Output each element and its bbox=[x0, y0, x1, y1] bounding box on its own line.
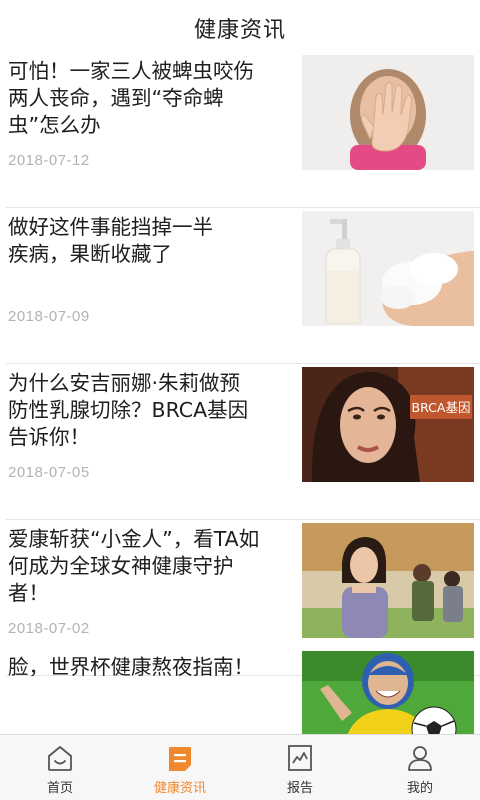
headline-line: 者！ bbox=[8, 581, 49, 605]
news-item[interactable]: 做好这件事能挡掉一半 疾病，果断收藏了 2018-07-09 bbox=[0, 208, 480, 364]
headline-line: 疾病，果断收藏了 bbox=[8, 242, 172, 266]
headline-line: 防性乳腺切除？BRCA基因 bbox=[8, 398, 249, 422]
woman-portrait-photo: BRCA基因 bbox=[302, 367, 474, 482]
news-headline[interactable]: 可怕！一家三人被蜱虫咬伤 两人丧命，遇到“夺命蜱 虫”怎么办 bbox=[8, 58, 288, 139]
tab-label: 我的 bbox=[406, 781, 433, 796]
headline-line: 可怕！一家三人被蜱虫咬伤 bbox=[8, 59, 254, 83]
tab-health-news[interactable]: 健康资讯 bbox=[120, 735, 240, 800]
headline-line: 脸，世界杯健康熬夜指南！ bbox=[8, 655, 254, 679]
news-thumbnail[interactable]: BRCA基因 bbox=[302, 367, 474, 482]
image-badge-label: BRCA基因 bbox=[412, 400, 471, 415]
news-thumbnail[interactable] bbox=[302, 523, 474, 638]
headline-line: 做好这件事能挡掉一半 bbox=[8, 215, 213, 239]
tab-report[interactable]: 报告 bbox=[240, 735, 360, 800]
news-headline[interactable]: 做好这件事能挡掉一半 疾病，果断收藏了 bbox=[8, 214, 288, 268]
news-item[interactable]: 脸，世界杯健康熬夜指南！ 2018-06-28 bbox=[0, 648, 480, 734]
news-date: 2018-07-05 bbox=[8, 464, 90, 481]
tab-home[interactable]: 首页 bbox=[0, 735, 120, 800]
bottom-tab-bar: 首页 健康资讯 报告 我的 bbox=[0, 734, 480, 800]
news-headline[interactable]: 为什么安吉丽娜·朱莉做预 防性乳腺切除？BRCA基因 告诉你！ bbox=[8, 370, 288, 451]
news-thumbnail[interactable] bbox=[302, 651, 474, 734]
headline-line: 为什么安吉丽娜·朱莉做预 bbox=[8, 371, 241, 395]
headline-line: 虫”怎么办 bbox=[8, 113, 101, 137]
news-thumbnail[interactable] bbox=[302, 55, 474, 170]
news-date: 2018-07-12 bbox=[8, 152, 90, 169]
tab-label: 健康资讯 bbox=[153, 781, 206, 796]
news-item[interactable]: 可怕！一家三人被蜱虫咬伤 两人丧命，遇到“夺命蜱 虫”怎么办 2018-07-1… bbox=[0, 52, 480, 208]
tab-label: 报告 bbox=[286, 781, 313, 796]
home-icon bbox=[45, 743, 75, 773]
football-fan-photo bbox=[302, 651, 474, 734]
tab-label: 首页 bbox=[46, 781, 73, 796]
page-title: 健康资讯 bbox=[193, 18, 286, 43]
headline-line: 告诉你！ bbox=[8, 425, 90, 449]
news-date: 2018-07-09 bbox=[8, 308, 90, 325]
news-icon bbox=[165, 743, 195, 773]
girl-raising-hand-photo bbox=[302, 55, 474, 170]
news-headline[interactable]: 爱康斩获“小金人”，看TA如 何成为全球女神健康守护 者！ bbox=[8, 526, 288, 607]
news-item[interactable]: 为什么安吉丽娜·朱莉做预 防性乳腺切除？BRCA基因 告诉你！ 2018-07-… bbox=[0, 364, 480, 520]
headline-line: 两人丧命，遇到“夺命蜱 bbox=[8, 86, 224, 110]
news-thumbnail[interactable] bbox=[302, 211, 474, 326]
hand-washing-soap-photo bbox=[302, 211, 474, 326]
news-headline[interactable]: 脸，世界杯健康熬夜指南！ bbox=[8, 654, 288, 681]
app-header: 健康资讯 bbox=[0, 0, 480, 52]
tab-profile[interactable]: 我的 bbox=[360, 735, 480, 800]
headline-line: 何成为全球女神健康守护 bbox=[8, 554, 234, 578]
woman-at-event-photo bbox=[302, 523, 474, 638]
news-feed[interactable]: 可怕！一家三人被蜱虫咬伤 两人丧命，遇到“夺命蜱 虫”怎么办 2018-07-1… bbox=[0, 52, 480, 734]
report-icon bbox=[285, 743, 315, 773]
headline-line: 爱康斩获“小金人”，看TA如 bbox=[8, 527, 260, 551]
profile-icon bbox=[405, 743, 435, 773]
news-date: 2018-07-02 bbox=[8, 620, 90, 637]
